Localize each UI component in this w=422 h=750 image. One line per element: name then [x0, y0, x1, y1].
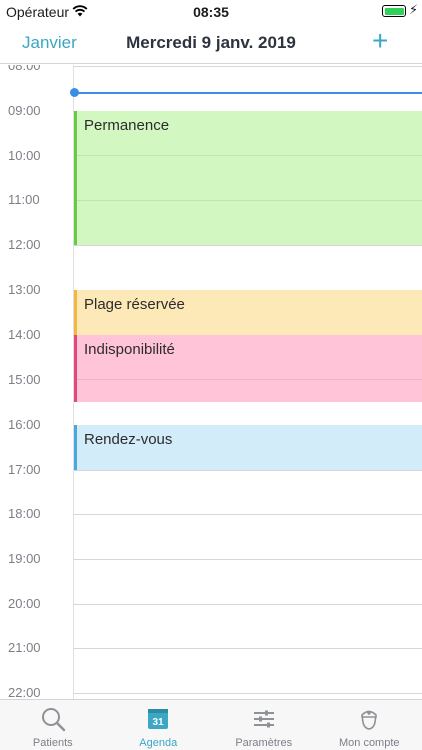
hour-label: 12:00 — [8, 237, 70, 252]
hour-row: 20:00 — [0, 596, 422, 611]
tab-bar: Patients 31 Agenda Paramètres Mon compte — [0, 699, 422, 750]
hour-label: 14:00 — [8, 327, 70, 342]
hour-label: 21:00 — [8, 640, 70, 655]
hour-label: 11:00 — [8, 192, 70, 207]
tab-agenda[interactable]: 31 Agenda — [106, 700, 212, 750]
hour-label: 17:00 — [8, 462, 70, 477]
hour-label: 19:00 — [8, 551, 70, 566]
event-rendez-vous[interactable]: Rendez-vous — [74, 425, 422, 470]
nurse-icon — [361, 710, 378, 730]
hour-label: 22:00 — [8, 685, 70, 699]
day-timeline[interactable]: 08:00 09:00 10:00 11:00 12:00 13:00 14:0… — [0, 65, 422, 699]
sliders-icon — [253, 710, 274, 728]
hour-row: 18:00 — [0, 506, 422, 521]
tab-label: Paramètres — [235, 737, 293, 749]
hour-label: 10:00 — [8, 148, 70, 163]
status-time: 08:35 — [193, 4, 229, 20]
event-plage-reservee[interactable]: Plage réservée — [74, 290, 422, 335]
status-bar: Opérateur 08:35 ⚡ — [0, 0, 422, 24]
page-title: Mercredi 9 janv. 2019 — [126, 33, 296, 52]
hour-label: 08:00 — [8, 65, 70, 73]
calendar-icon: 31 — [148, 709, 169, 729]
tab-mon-compte[interactable]: Mon compte — [317, 700, 422, 750]
hour-label: 18:00 — [8, 506, 70, 521]
navigation-bar: Janvier Mercredi 9 janv. 2019 + — [0, 24, 422, 64]
current-time-dot — [70, 88, 79, 97]
current-time-line — [74, 92, 422, 94]
event-title: Plage réservée — [84, 296, 185, 313]
hour-label: 20:00 — [8, 596, 70, 611]
event-indisponibilite[interactable]: Indisponibilité — [74, 335, 422, 402]
hour-row: 19:00 — [0, 551, 422, 566]
plus-icon[interactable]: + — [372, 26, 388, 56]
hour-label: 13:00 — [8, 282, 70, 297]
hour-label: 09:00 — [8, 103, 70, 118]
hour-label: 16:00 — [8, 417, 70, 432]
hour-label: 15:00 — [8, 372, 70, 387]
tab-parametres[interactable]: Paramètres — [211, 700, 317, 750]
event-title: Permanence — [84, 117, 170, 134]
svg-text:31: 31 — [153, 717, 165, 728]
hour-row: 08:00 — [0, 65, 422, 73]
event-title: Rendez-vous — [84, 431, 173, 448]
tab-label: Mon compte — [338, 737, 400, 749]
hour-row: 21:00 — [0, 640, 422, 655]
event-title: Indisponibilité — [84, 341, 175, 358]
hour-row: 17:00 — [0, 462, 422, 477]
battery-icon — [382, 5, 406, 17]
charging-icon: ⚡ — [409, 2, 419, 17]
tab-label: Patients — [32, 737, 73, 749]
tab-patients[interactable]: Patients — [0, 700, 106, 750]
hour-row: 22:00 — [0, 685, 422, 699]
event-permanence[interactable]: Permanence — [74, 111, 422, 245]
tab-label: Agenda — [139, 737, 178, 749]
search-icon — [41, 708, 65, 732]
hour-row: 12:00 — [0, 237, 422, 252]
